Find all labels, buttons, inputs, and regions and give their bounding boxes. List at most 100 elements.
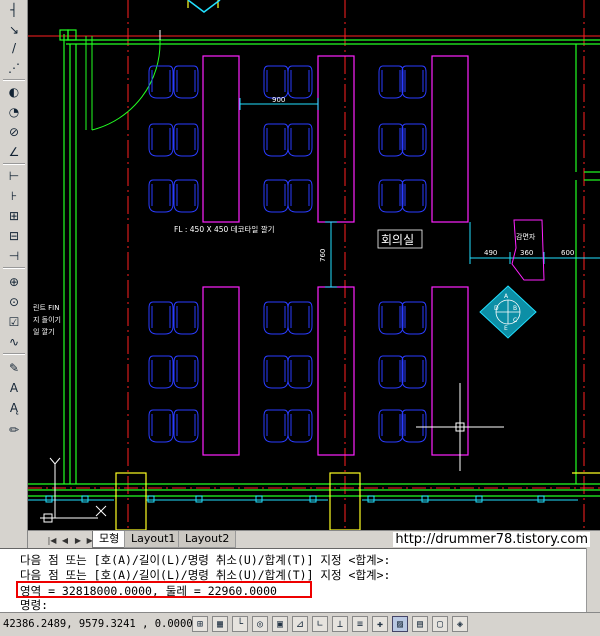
line-tool-icon[interactable]: / <box>4 38 24 58</box>
dimension-760-label: 760 <box>319 249 327 262</box>
quick-dimension-icon[interactable]: ⊕ <box>4 272 24 292</box>
chair <box>148 65 174 99</box>
chair <box>287 409 313 443</box>
polyline-icon[interactable]: ↘ <box>4 20 24 40</box>
prev-tab-arrow-icon[interactable]: ◀ <box>59 534 71 546</box>
tab-layout2[interactable]: Layout2 <box>178 531 237 548</box>
baseline-dimension-icon[interactable]: ⊞ <box>4 206 24 226</box>
layout-tab-bar: |◀ ◀ ▶ ▶| 모형 Layout1 Layout2 http://drum… <box>28 530 600 548</box>
dimension-edit-icon[interactable]: ✎ <box>4 358 24 378</box>
chair <box>401 179 427 213</box>
toolbar-separator <box>3 163 25 165</box>
circle-tool-icon[interactable]: ◐ <box>4 82 24 102</box>
xline-icon[interactable]: ┤ <box>4 0 24 20</box>
center-mark-icon[interactable]: ⊙ <box>4 292 24 312</box>
tolerance-icon[interactable]: ☑ <box>4 312 24 332</box>
watermark-url: http://drummer78.tistory.com <box>393 532 590 547</box>
polar-tracking-icon[interactable]: ◎ <box>252 616 268 632</box>
lineweight-icon[interactable]: ≡ <box>352 616 368 632</box>
snap-mode-icon[interactable]: ⊞ <box>192 616 208 632</box>
pencil-icon[interactable]: ✏ <box>4 420 24 440</box>
object-snap-tracking-icon[interactable]: ⊿ <box>292 616 308 632</box>
aligned-dimension-icon[interactable]: ⊦ <box>4 186 24 206</box>
dynamic-input-icon[interactable]: ⊥ <box>332 616 348 632</box>
chair <box>378 179 404 213</box>
furniture-layer <box>148 55 469 456</box>
object-snap-icon[interactable]: ▣ <box>272 616 288 632</box>
chair <box>287 179 313 213</box>
toolbar-separator <box>3 353 25 355</box>
ordinate-dimension-icon[interactable]: ⊟ <box>4 226 24 246</box>
first-tab-arrow-icon[interactable]: |◀ <box>46 534 58 546</box>
left-note-1: 린트 FIN <box>33 303 59 312</box>
fixture-label: 감면자 <box>516 232 536 241</box>
quick-properties-icon[interactable]: ✚ <box>372 616 388 632</box>
chair <box>287 123 313 157</box>
compass-label-e: E <box>504 325 508 332</box>
command-window[interactable]: 다음 점 또는 [호(A)/길이(L)/명령 취소(U)/합계(T)] 지정 <… <box>0 548 600 612</box>
compass-label-d: D <box>494 305 499 312</box>
transparency-icon[interactable]: ▤ <box>412 616 428 632</box>
continue-dimension-icon[interactable]: ⊣ <box>4 246 24 266</box>
compass-label-b: B <box>513 305 517 312</box>
chair <box>287 65 313 99</box>
windows <box>28 495 578 503</box>
dimension-490-label: 490 <box>484 249 497 257</box>
annotation-icon[interactable]: ▢ <box>432 616 448 632</box>
tab-model[interactable]: 모형 <box>92 531 127 548</box>
chair <box>173 65 199 99</box>
chair <box>173 409 199 443</box>
next-tab-arrow-icon[interactable]: ▶ <box>72 534 84 546</box>
compass-symbol: A B C D E <box>479 285 537 339</box>
chair <box>378 355 404 389</box>
chair <box>173 301 199 335</box>
dimension-style-icon[interactable]: Ą <box>4 398 24 418</box>
table <box>202 55 240 223</box>
dimension-text-edit-icon[interactable]: A <box>4 378 24 398</box>
command-prompt[interactable]: 명령: <box>20 598 48 612</box>
chair <box>378 123 404 157</box>
table <box>317 286 355 456</box>
room-label: 회의실 <box>381 233 414 247</box>
leader-icon[interactable]: ∿ <box>4 332 24 352</box>
table <box>202 286 240 456</box>
tab-layout1[interactable]: Layout1 <box>124 531 183 548</box>
toolbar-separator <box>3 267 25 269</box>
allow-ucs-icon[interactable]: ∟ <box>312 616 328 632</box>
floor-note: FL : 450 X 450 데코타일 깔기 <box>174 225 275 234</box>
chair <box>263 355 289 389</box>
left-note-2: 지 돌이기 <box>33 315 61 324</box>
chair <box>148 409 174 443</box>
chair <box>378 409 404 443</box>
chair <box>263 301 289 335</box>
angle-dimension-icon[interactable]: ∠ <box>4 142 24 162</box>
chair <box>148 123 174 157</box>
chair <box>401 123 427 157</box>
linear-dimension-icon[interactable]: ⊢ <box>4 166 24 186</box>
command-scrollbar[interactable] <box>586 548 600 612</box>
left-note-3: 일 깔기 <box>33 327 55 336</box>
workspace-icon[interactable]: ◈ <box>452 616 468 632</box>
ortho-mode-icon[interactable]: └ <box>232 616 248 632</box>
chair <box>263 65 289 99</box>
chair <box>173 179 199 213</box>
command-history-line: 다음 점 또는 [호(A)/길이(L)/명령 취소(U)/합계(T)] 지정 <… <box>20 553 391 567</box>
crosshair-cursor <box>416 383 504 471</box>
top-symbol <box>187 0 221 13</box>
drawing-canvas[interactable]: 900 760 490 360 600 감면자 FL : 450 X 450 데… <box>28 0 600 530</box>
chair <box>287 301 313 335</box>
grid-display-icon[interactable]: ▦ <box>212 616 228 632</box>
chair <box>287 355 313 389</box>
snap-grid-icon[interactable]: ⋰ <box>4 58 24 78</box>
dimension-600-label: 600 <box>561 249 574 257</box>
no-entry-icon[interactable]: ⊘ <box>4 122 24 142</box>
chair <box>401 301 427 335</box>
result-highlight-box <box>16 581 312 598</box>
toolbar-separator <box>3 79 25 81</box>
command-history-line: 다음 점 또는 [호(A)/길이(L)/명령 취소(U)/합계(T)] 지정 <… <box>20 568 391 582</box>
selection-cycling-icon[interactable]: ▨ <box>392 616 408 632</box>
floor-plan-drawing: 900 760 490 360 600 감면자 FL : 450 X 450 데… <box>28 0 600 530</box>
arc-tool-icon[interactable]: ◔ <box>4 102 24 122</box>
status-bar: 42386.2489, 9579.3241 , 0.0000 ⊞ ▦ └ ◎ ▣… <box>0 612 600 636</box>
chair <box>263 409 289 443</box>
